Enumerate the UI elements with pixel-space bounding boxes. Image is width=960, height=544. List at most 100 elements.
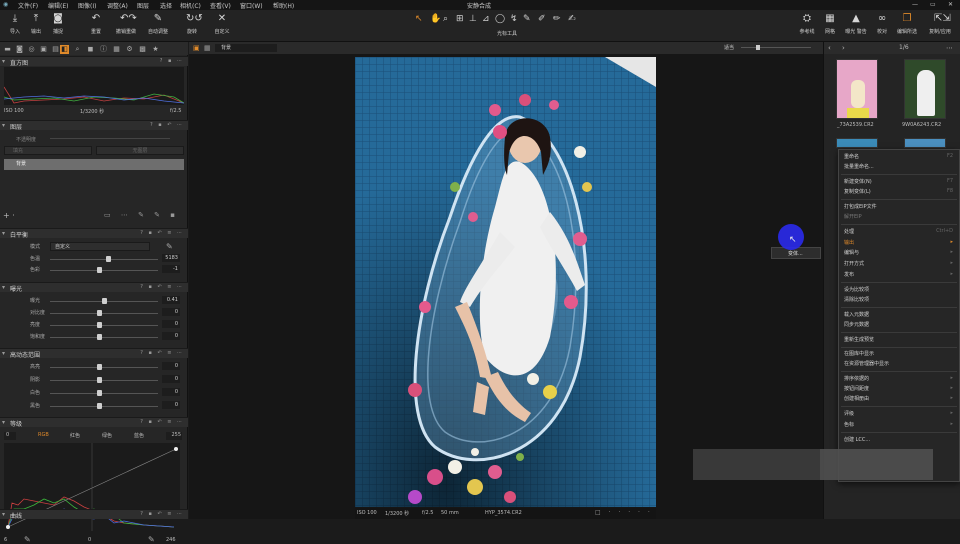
highlight-slider[interactable] <box>50 367 158 368</box>
menu-help[interactable]: 帮助(H) <box>273 1 294 10</box>
maximize-icon[interactable]: ▭ <box>930 1 936 8</box>
menu-show-in-library[interactable]: 在图库中显示 <box>844 350 874 357</box>
black-handle[interactable] <box>97 403 102 409</box>
hand-tool-icon[interactable]: ✋ <box>430 14 441 24</box>
straighten-tool-icon[interactable]: ⊥ <box>469 14 477 24</box>
menu-publish[interactable]: 发布 <box>844 271 854 278</box>
thumbnail-3[interactable] <box>836 138 878 148</box>
app-logo-icon[interactable]: ◉ <box>3 1 8 8</box>
reset-button[interactable]: ↶ 重置 <box>80 13 112 35</box>
thumbnail-4[interactable] <box>904 138 946 148</box>
histogram-header[interactable]: ▾ 直方图? ▪ ⋯ <box>0 56 188 67</box>
layer-opacity-slider[interactable] <box>50 138 170 139</box>
levels-out-max[interactable]: 246 <box>166 537 176 543</box>
menu-copy-variant[interactable]: 复制变体(L) <box>844 188 871 195</box>
zoom-slider[interactable] <box>741 47 811 48</box>
saturation-value[interactable]: 0 <box>162 332 180 340</box>
annotate-tool-icon[interactable]: ✍ <box>568 14 576 24</box>
wb-temp-slider[interactable] <box>50 259 158 260</box>
levels-channel-rgb[interactable]: RGB <box>38 432 49 438</box>
edit-selection-button[interactable]: ❐ 编辑所选 <box>891 13 923 35</box>
details-tab-icon[interactable]: ⓘ <box>99 45 108 54</box>
brightness-handle[interactable] <box>97 322 102 328</box>
lens-tab-icon[interactable]: ◎ <box>27 45 36 54</box>
black-value[interactable]: 0 <box>162 401 180 409</box>
pointer-tool-icon[interactable]: ↖ <box>415 14 423 24</box>
white-picker-icon[interactable]: ✎ <box>148 535 155 544</box>
multi-view-icon[interactable]: ▦ <box>204 44 211 52</box>
wb-tint-handle[interactable] <box>97 267 102 273</box>
saturation-slider[interactable] <box>50 337 158 338</box>
menu-image[interactable]: 图像(I) <box>78 1 96 10</box>
settings-tab-icon[interactable]: ⚙ <box>125 45 134 54</box>
meta-tab-icon[interactable]: ▦ <box>112 45 121 54</box>
menu-show-in-explorer[interactable]: 在资源管理器中显示 <box>844 360 889 367</box>
levels-channel-red[interactable]: 红色 <box>70 432 80 439</box>
capture-button[interactable]: ◙ 捕捉 <box>42 13 74 35</box>
menu-pack-eip[interactable]: 打包成EIP文件 <box>844 203 877 210</box>
undo-redo-button[interactable]: ↶↷ 撤销重做 <box>110 13 142 35</box>
crop-tool-icon[interactable]: ⊞ <box>456 14 464 24</box>
menu-spacing[interactable]: 按钮间距度 <box>844 385 869 392</box>
highlight-handle[interactable] <box>97 364 102 370</box>
menu-new-variant[interactable]: 新建变体(N) <box>844 178 872 185</box>
menu-output[interactable]: 输出 <box>844 239 854 246</box>
shadow-value[interactable]: 0 <box>162 375 180 383</box>
main-photo[interactable] <box>355 57 656 507</box>
layer-fill-dropdown[interactable]: 填充 <box>4 146 92 155</box>
menu-create-album[interactable]: 创建相册由 <box>844 395 869 402</box>
menu-set-compare[interactable]: 设为比较项 <box>844 286 869 293</box>
exposure-tab-icon[interactable]: ◧ <box>60 45 69 54</box>
wb-tint-value[interactable]: -1 <box>162 265 180 273</box>
menu-camera[interactable]: 相机(C) <box>180 1 201 10</box>
brush-tool-icon[interactable]: ✎ <box>523 14 531 24</box>
menu-edit[interactable]: 编辑(E) <box>48 1 68 10</box>
eraser-tool-icon[interactable]: ✐ <box>538 14 546 24</box>
browser-forward-icon[interactable]: › <box>842 44 845 52</box>
browser-back-icon[interactable]: ‹ <box>828 44 831 52</box>
gradient-tool-icon[interactable]: ✏ <box>553 14 561 24</box>
favorites-tab-icon[interactable]: ★ <box>151 45 160 54</box>
levels-mid[interactable]: 0 <box>88 537 91 543</box>
black-slider[interactable] <box>50 406 158 407</box>
curves-header[interactable]: ▾ 曲线? ▪ ↶ ≡ ⋯ <box>0 509 188 520</box>
batch-tab-icon[interactable]: ▩ <box>138 45 147 54</box>
single-view-icon[interactable]: ▣ <box>193 44 200 52</box>
thumbnail-2[interactable] <box>904 59 946 119</box>
composition-tab-icon[interactable]: ▣ <box>39 45 48 54</box>
contrast-value[interactable]: 0 <box>162 308 180 316</box>
shadow-slider[interactable] <box>50 380 158 381</box>
layer-no-layer-button[interactable]: 无图层 <box>96 146 184 155</box>
menu-batch-rename[interactable]: 批量重命名... <box>844 163 874 170</box>
levels-out-min[interactable]: 6 <box>4 537 7 543</box>
auto-adjust-button[interactable]: ✎ 自动调整 <box>142 13 174 35</box>
hdr-header[interactable]: ▾ 高动态范围? ▪ ↶ ≡ ⋯ <box>0 348 188 359</box>
wb-temp-value[interactable]: 5183 <box>162 254 180 262</box>
menu-open-with[interactable]: 打开方式 <box>844 260 864 267</box>
exposure-handle[interactable] <box>102 298 107 304</box>
zoom-tool-icon[interactable]: ⌕ <box>443 14 448 24</box>
copy-apply-button[interactable]: ⇱⇲ 复制/应用 <box>924 13 956 35</box>
rotate-button[interactable]: ↻↺ 旋转 <box>176 13 208 35</box>
menu-window[interactable]: 窗口(W) <box>240 1 263 10</box>
menu-clear-compare[interactable]: 清除比较项 <box>844 296 869 303</box>
minimize-icon[interactable]: — <box>912 1 918 8</box>
menu-file[interactable]: 文件(F) <box>18 1 38 10</box>
add-layer-icon[interactable]: + · <box>3 211 15 220</box>
levels-min-input[interactable]: 0 <box>4 432 16 440</box>
highlight-value[interactable]: 0 <box>162 362 180 370</box>
fit-label[interactable]: 适当 <box>724 44 734 51</box>
contrast-handle[interactable] <box>97 310 102 316</box>
menu-process[interactable]: 处理 <box>844 228 854 235</box>
library-tab-icon[interactable]: ▬ <box>3 45 12 54</box>
white-handle[interactable] <box>97 390 102 396</box>
layers-tab-icon[interactable]: ▤ <box>51 45 60 54</box>
menu-rating[interactable]: 评级 <box>844 410 854 417</box>
saturation-handle[interactable] <box>97 334 102 340</box>
white-balance-header[interactable]: ▾ 白平衡? ▪ ↶ ≡ ⋯ <box>0 228 188 239</box>
wb-picker-icon[interactable]: ✎ <box>166 242 173 251</box>
levels-max-input[interactable]: 255 <box>166 432 182 440</box>
white-slider[interactable] <box>50 393 158 394</box>
wb-temp-handle[interactable] <box>106 256 111 262</box>
levels-channel-green[interactable]: 绿色 <box>102 432 112 439</box>
